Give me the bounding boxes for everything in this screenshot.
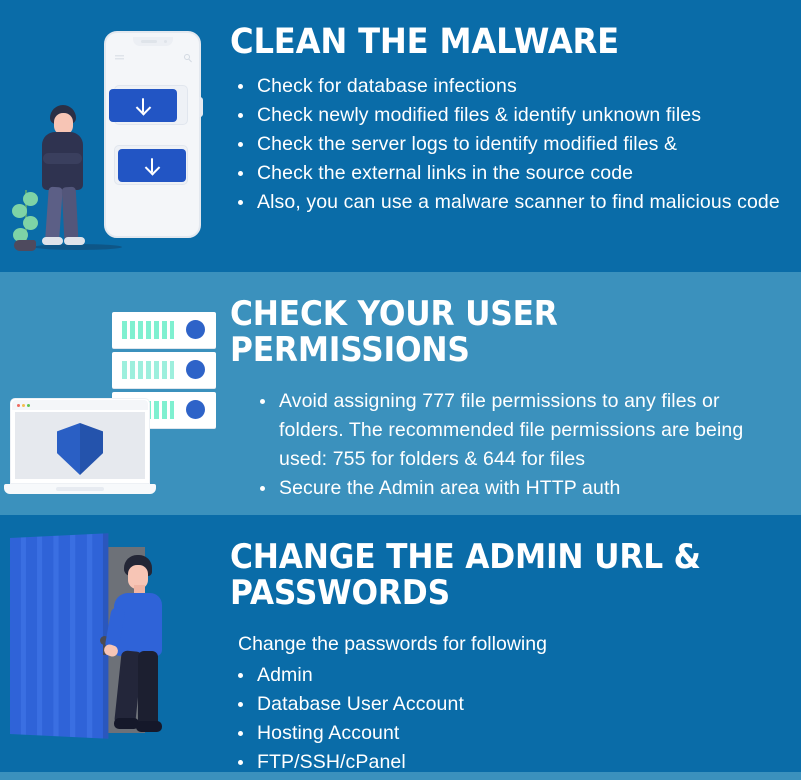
section-2-heading: CHECK YOUR USER PERMISSIONS xyxy=(230,294,558,371)
list-item: Check the external links in the source c… xyxy=(230,159,785,188)
phone-notch xyxy=(132,37,173,46)
list-item: Avoid assigning 777 file permissions to … xyxy=(252,387,785,474)
person-left-leg xyxy=(45,186,63,240)
window-dot xyxy=(27,404,30,407)
server-indicator xyxy=(186,320,205,339)
list-item: Check the server logs to identify modifi… xyxy=(230,130,785,159)
door-icon xyxy=(10,533,109,739)
download-arrow-icon xyxy=(142,97,144,112)
plant-pot xyxy=(14,240,36,251)
phone-side-button xyxy=(199,97,203,117)
section-3-heading: CHANGE THE ADMIN URL & PASSWORDS xyxy=(230,537,701,614)
server-bars xyxy=(122,361,174,379)
list-item: Also, you can use a malware scanner to f… xyxy=(230,188,785,217)
window-dot xyxy=(17,404,20,407)
plant-leaf xyxy=(23,192,38,206)
browser-titlebar xyxy=(12,400,148,410)
laptop-icon xyxy=(4,398,156,498)
plant-leaf xyxy=(12,204,27,218)
section-3-content: CHANGE THE ADMIN URL & PASSWORDS Change … xyxy=(230,515,801,773)
person-right-shoe xyxy=(64,237,85,245)
hamburger-icon xyxy=(115,55,124,61)
laptop-base xyxy=(4,484,156,494)
window-dot xyxy=(22,404,25,407)
server-bars xyxy=(122,321,174,339)
section-3-intro-text: Change the passwords for following xyxy=(238,632,547,655)
server-shelf xyxy=(112,352,216,388)
list-item: Database User Account xyxy=(230,690,785,719)
person-right-leg xyxy=(138,651,158,727)
list-item: Check for database infections xyxy=(230,72,785,101)
laptop-trackpad xyxy=(56,487,104,491)
plant-leaf xyxy=(23,216,38,230)
server-indicator xyxy=(186,400,205,419)
potted-plant-icon xyxy=(10,190,46,252)
section-2-bullet-list: Avoid assigning 777 file permissions to … xyxy=(252,387,785,503)
server-shelf xyxy=(112,312,216,348)
person-opening-door-illustration xyxy=(100,555,174,733)
bottom-strip xyxy=(0,772,801,780)
list-item: Check newly modified files & identify un… xyxy=(230,101,785,130)
download-button xyxy=(118,149,186,182)
section-1-bullet-list: Check for database infections Check newl… xyxy=(230,72,785,217)
person-crossed-arms xyxy=(43,153,82,164)
section-3-bullet-list: Admin Database User Account Hosting Acco… xyxy=(230,661,785,777)
list-item: Hosting Account xyxy=(230,719,785,748)
list-item: Admin xyxy=(230,661,785,690)
section-1-heading: CLEAN THE MALWARE xyxy=(230,22,619,62)
infographic-root: CLEAN THE MALWARE Check for database inf… xyxy=(0,0,801,780)
download-button xyxy=(109,89,177,122)
illustration-phone-download-person xyxy=(0,0,230,272)
smartphone-illustration xyxy=(104,31,203,238)
list-item: Secure the Admin area with HTTP auth xyxy=(252,474,785,503)
section-clean-the-malware: CLEAN THE MALWARE Check for database inf… xyxy=(0,0,801,272)
section-2-list-wrapper: Avoid assigning 777 file permissions to … xyxy=(230,387,785,503)
search-icon xyxy=(184,54,190,60)
section-1-content: CLEAN THE MALWARE Check for database inf… xyxy=(230,0,801,272)
laptop-lid xyxy=(10,398,150,484)
section-2-content: CHECK YOUR USER PERMISSIONS Avoid assign… xyxy=(230,272,801,515)
person-right-leg xyxy=(61,186,79,240)
person-right-shoe xyxy=(136,721,162,732)
download-arrow-icon xyxy=(151,157,153,172)
server-indicator xyxy=(186,360,205,379)
